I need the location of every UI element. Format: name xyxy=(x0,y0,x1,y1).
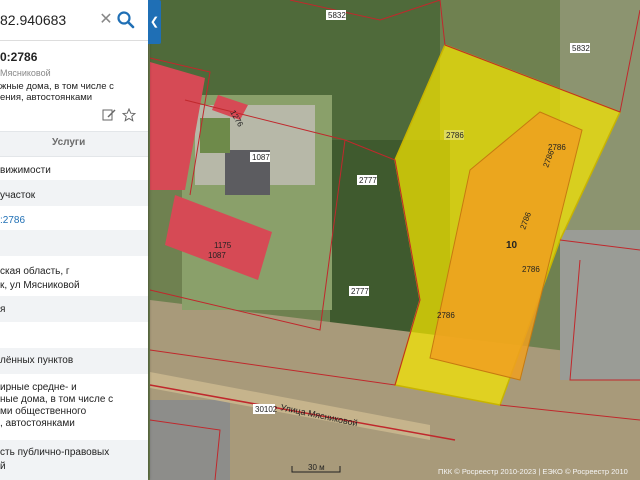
tab-services[interactable]: Услуги xyxy=(52,137,85,148)
edit-icon[interactable] xyxy=(102,108,116,122)
info-panel: ✕ 0:2786 Мясниковой жные дома, в том чис… xyxy=(0,0,148,480)
parcel-label: 2777 xyxy=(351,287,369,296)
parcel-label: 5832 xyxy=(328,11,346,20)
parcel-label: 2786 xyxy=(446,131,464,140)
list-item: участок xyxy=(0,180,148,206)
search-icon[interactable] xyxy=(116,10,136,30)
list-item xyxy=(0,230,148,256)
parcel-label: 2786 xyxy=(522,265,540,274)
header-actions xyxy=(102,108,142,124)
parcel-label: 1087 xyxy=(252,153,270,162)
search-input[interactable] xyxy=(0,9,90,31)
permitted-use-line: ения, автостоянками xyxy=(0,92,93,103)
chevron-left-icon[interactable]: ❮ xyxy=(148,0,161,44)
parcel-label: 2777 xyxy=(359,176,377,185)
map-attribution: ПКК © Росреестр 2010-2023 | ЕЭКО © Росре… xyxy=(438,467,628,476)
parcel-label: 1087 xyxy=(208,251,226,260)
address-short: Мясниковой xyxy=(0,68,51,78)
permitted-use-line: жные дома, в том числе с xyxy=(0,81,114,92)
scale-label: 30 м xyxy=(308,463,325,472)
parcel-label: 5832 xyxy=(572,44,590,53)
parcel-label: 2786 xyxy=(437,311,455,320)
parcel-label: 30102 xyxy=(255,405,278,414)
list-item xyxy=(0,322,148,344)
parcel-label: 1175 xyxy=(214,241,232,250)
star-icon[interactable] xyxy=(122,108,136,122)
list-item: я xyxy=(0,296,148,322)
permitted-use-text: жные дома, в том числе с ения, автостоян… xyxy=(0,81,140,103)
search-bar: ✕ xyxy=(0,0,148,41)
list-item: сть публично-правовых й xyxy=(0,440,148,480)
tab-bar: Услуги xyxy=(0,131,148,157)
close-icon[interactable]: ✕ xyxy=(99,10,113,30)
cadastral-number: 0:2786 xyxy=(0,50,38,64)
list-item: лённых пунктов xyxy=(0,348,148,374)
parcel-number: 10 xyxy=(506,240,518,251)
